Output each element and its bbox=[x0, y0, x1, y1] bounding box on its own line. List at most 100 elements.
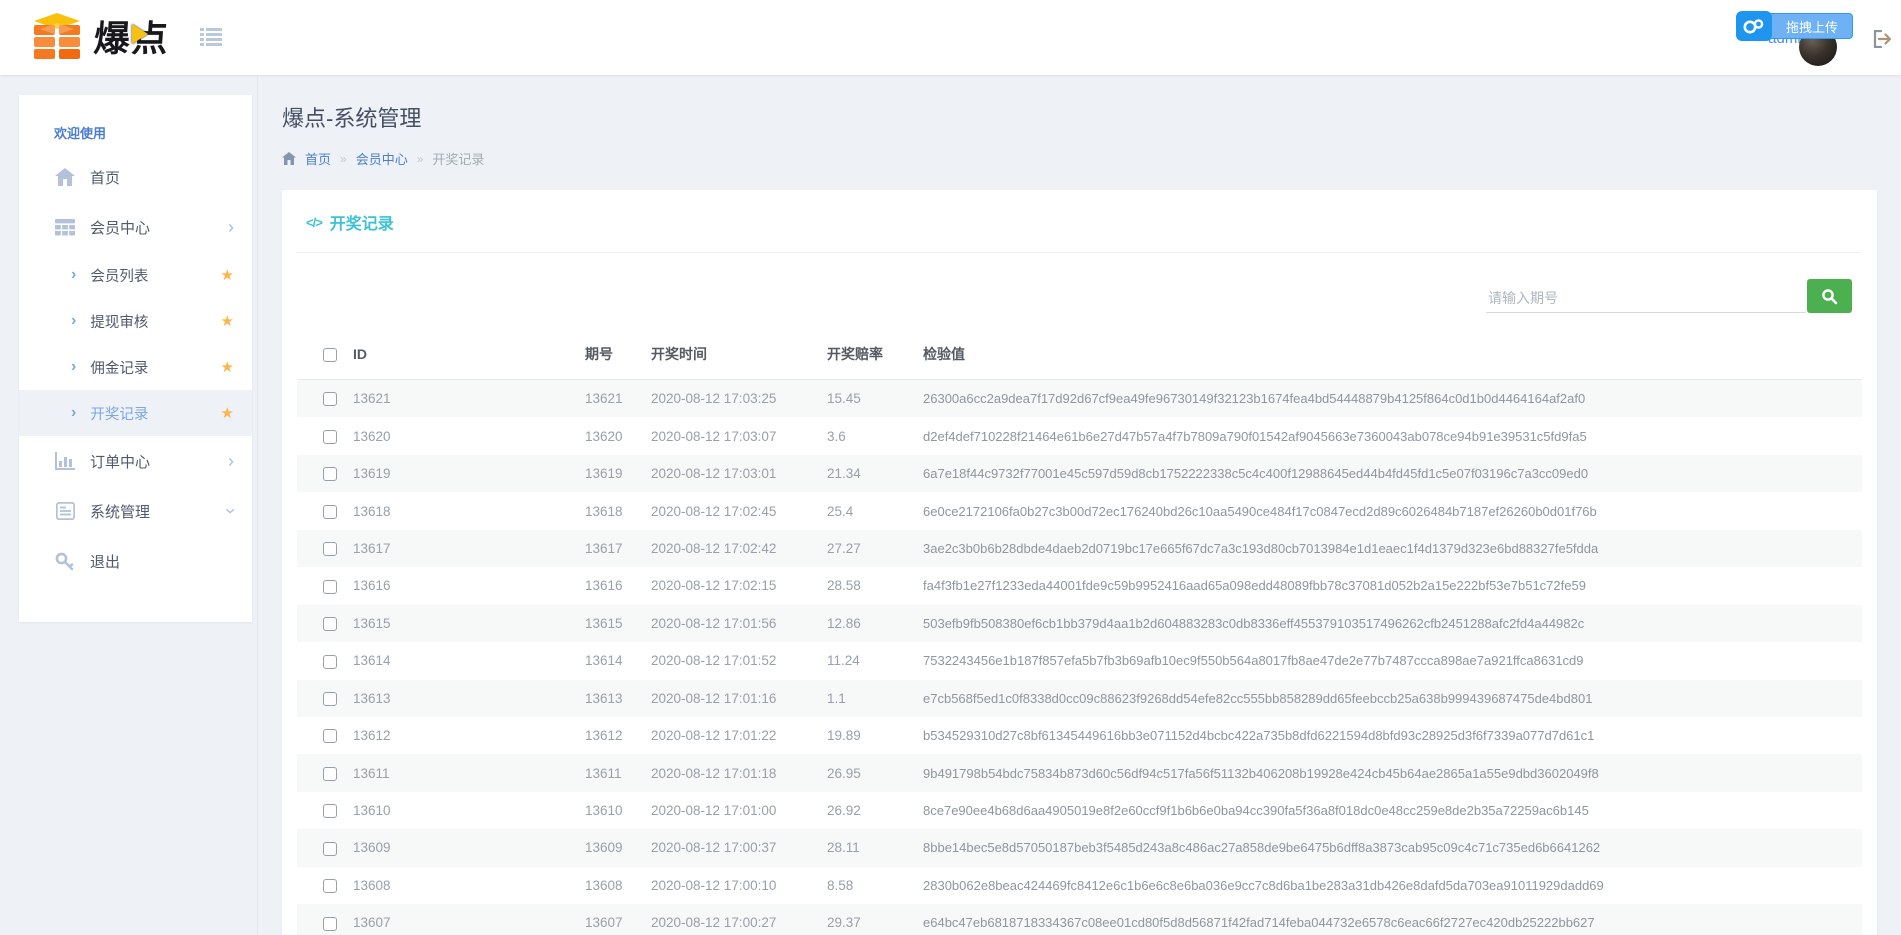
sidebar-item-member-center[interactable]: 会员中心 › bbox=[19, 202, 252, 252]
row-checkbox[interactable] bbox=[323, 505, 337, 519]
page-title: 爆点-系统管理 bbox=[282, 101, 1877, 133]
issue-search-input[interactable] bbox=[1486, 284, 1806, 313]
sidebar-item-order-center[interactable]: 订单中心 › bbox=[19, 436, 252, 486]
star-icon[interactable]: ★ bbox=[221, 358, 234, 376]
row-checkbox[interactable] bbox=[323, 392, 337, 406]
col-header-check-value: 检验值 bbox=[913, 331, 1862, 380]
row-checkbox[interactable] bbox=[323, 430, 337, 444]
star-icon[interactable]: ★ bbox=[221, 404, 234, 422]
drag-upload-label: 拖拽上传 bbox=[1767, 13, 1853, 39]
row-checkbox[interactable] bbox=[323, 580, 337, 594]
sidebar: 欢迎使用 首页 会员中心 bbox=[0, 75, 258, 935]
cell-id: 13608 bbox=[343, 867, 575, 904]
chevron-right-icon: › bbox=[71, 312, 76, 330]
panel-title: 开奖记录 bbox=[330, 210, 394, 234]
row-checkbox[interactable] bbox=[323, 467, 337, 481]
cell-issue: 13618 bbox=[575, 492, 641, 529]
sidebar-subitem-draw-records[interactable]: › 开奖记录 ★ bbox=[19, 390, 252, 436]
select-all-checkbox[interactable] bbox=[323, 348, 337, 362]
chevron-right-icon: › bbox=[228, 218, 234, 236]
bar-chart-icon bbox=[54, 452, 76, 470]
cell-check-value: e64bc47eb6818718334367c08ee01cd80f5d8d56… bbox=[913, 904, 1862, 935]
cell-issue: 13615 bbox=[575, 605, 641, 642]
header-right-cluster: admin 拖拽上传 bbox=[1681, 0, 1901, 75]
breadcrumb-link-home[interactable]: 首页 bbox=[305, 149, 331, 168]
home-icon bbox=[282, 152, 296, 165]
cell-check-value: e7cb568f5ed1c0f8338d0cc09c88623f9268dd54… bbox=[913, 680, 1862, 717]
row-checkbox[interactable] bbox=[323, 804, 337, 818]
cell-draw-time: 2020-08-12 17:02:45 bbox=[641, 492, 817, 529]
cell-odds: 15.45 bbox=[817, 380, 913, 418]
table-row: 13608136082020-08-12 17:00:108.582830b06… bbox=[297, 867, 1862, 904]
sidebar-subitem-member-list[interactable]: › 会员列表 ★ bbox=[19, 252, 252, 298]
sidebar-subitem-withdraw-review[interactable]: › 提现审核 ★ bbox=[19, 298, 252, 344]
cell-odds: 1.1 bbox=[817, 680, 913, 717]
search-button[interactable] bbox=[1807, 279, 1852, 313]
row-checkbox[interactable] bbox=[323, 692, 337, 706]
table-row: 13611136112020-08-12 17:01:1826.959b4917… bbox=[297, 754, 1862, 791]
col-header-id: ID bbox=[343, 331, 575, 380]
panel-title-row: </> 开奖记录 bbox=[297, 210, 1862, 234]
star-icon[interactable]: ★ bbox=[221, 266, 234, 284]
cell-issue: 13616 bbox=[575, 567, 641, 604]
row-checkbox[interactable] bbox=[323, 729, 337, 743]
brand-logo[interactable]: 爆点 bbox=[30, 10, 170, 62]
cell-odds: 28.11 bbox=[817, 829, 913, 866]
cell-draw-time: 2020-08-12 17:01:16 bbox=[641, 680, 817, 717]
row-checkbox[interactable] bbox=[323, 917, 337, 931]
row-checkbox[interactable] bbox=[323, 617, 337, 631]
cell-draw-time: 2020-08-12 17:01:18 bbox=[641, 754, 817, 791]
table-row: 13616136162020-08-12 17:02:1528.58fa4f3f… bbox=[297, 567, 1862, 604]
code-icon: </> bbox=[306, 215, 322, 230]
cell-check-value: 26300a6cc2a9dea7f17d92d67cf9ea49fe967301… bbox=[913, 380, 1862, 418]
cell-issue: 13610 bbox=[575, 792, 641, 829]
row-checkbox[interactable] bbox=[323, 767, 337, 781]
table-row: 13620136202020-08-12 17:03:073.6d2ef4def… bbox=[297, 417, 1862, 454]
drag-upload-button[interactable]: 拖拽上传 bbox=[1736, 11, 1853, 41]
logout-icon[interactable] bbox=[1873, 30, 1893, 53]
cell-issue: 13607 bbox=[575, 904, 641, 935]
sidebar-item-label: 订单中心 bbox=[90, 451, 150, 472]
home-icon bbox=[54, 168, 76, 186]
cell-odds: 19.89 bbox=[817, 717, 913, 754]
sidebar-item-label: 首页 bbox=[90, 167, 120, 188]
table-row: 13613136132020-08-12 17:01:161.1e7cb568f… bbox=[297, 680, 1862, 717]
cell-check-value: 2830b062e8beac424469fc8412e6c1b6e6c8e6ba… bbox=[913, 867, 1862, 904]
cell-draw-time: 2020-08-12 17:03:25 bbox=[641, 380, 817, 418]
cell-id: 13610 bbox=[343, 792, 575, 829]
cell-draw-time: 2020-08-12 17:01:22 bbox=[641, 717, 817, 754]
cell-id: 13620 bbox=[343, 417, 575, 454]
cell-issue: 13614 bbox=[575, 642, 641, 679]
cell-draw-time: 2020-08-12 17:03:07 bbox=[641, 417, 817, 454]
cell-check-value: 8bbe14bec5e8d57050187beb3f5485d243a8c486… bbox=[913, 829, 1862, 866]
sidebar-subitem-commission-records[interactable]: › 佣金记录 ★ bbox=[19, 344, 252, 390]
breadcrumb-separator: » bbox=[340, 152, 347, 166]
breadcrumb-link-member-center[interactable]: 会员中心 bbox=[356, 149, 408, 168]
cell-issue: 13612 bbox=[575, 717, 641, 754]
sidebar-menu-card: 欢迎使用 首页 会员中心 bbox=[19, 95, 252, 622]
cell-id: 13614 bbox=[343, 642, 575, 679]
grid-table-icon bbox=[54, 219, 76, 236]
star-icon[interactable]: ★ bbox=[221, 312, 234, 330]
col-header-issue: 期号 bbox=[575, 331, 641, 380]
sidebar-item-label: 退出 bbox=[90, 551, 120, 572]
sidebar-item-system-management[interactable]: 系统管理 › bbox=[19, 486, 252, 536]
row-checkbox[interactable] bbox=[323, 542, 337, 556]
cell-odds: 26.92 bbox=[817, 792, 913, 829]
cell-odds: 28.58 bbox=[817, 567, 913, 604]
cell-id: 13607 bbox=[343, 904, 575, 935]
row-checkbox[interactable] bbox=[323, 655, 337, 669]
table-row: 13607136072020-08-12 17:00:2729.37e64bc4… bbox=[297, 904, 1862, 935]
row-checkbox[interactable] bbox=[323, 879, 337, 893]
table-row: 13612136122020-08-12 17:01:2219.89b53452… bbox=[297, 717, 1862, 754]
menu-list-icon[interactable] bbox=[200, 27, 222, 52]
document-icon bbox=[54, 502, 76, 520]
row-checkbox[interactable] bbox=[323, 842, 337, 856]
cell-issue: 13608 bbox=[575, 867, 641, 904]
cell-issue: 13621 bbox=[575, 380, 641, 418]
cell-id: 13621 bbox=[343, 380, 575, 418]
sidebar-item-logout[interactable]: 退出 bbox=[19, 536, 252, 586]
cell-odds: 21.34 bbox=[817, 455, 913, 492]
cell-check-value: 6a7e18f44c9732f77001e45c597d59d8cb175222… bbox=[913, 455, 1862, 492]
sidebar-item-home[interactable]: 首页 bbox=[19, 152, 252, 202]
